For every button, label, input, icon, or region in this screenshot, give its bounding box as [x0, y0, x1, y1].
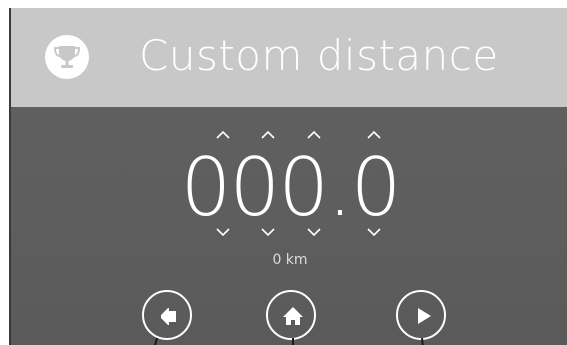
- distance-digit-2: 0: [229, 141, 280, 234]
- back-arrow-icon: [161, 308, 176, 325]
- distance-digit-1: 0: [180, 141, 231, 234]
- decimal-point: .: [327, 141, 352, 234]
- header-bar: Custom distance: [11, 8, 567, 107]
- decimal-decrement-chevron-down-icon[interactable]: [365, 226, 383, 238]
- play-icon: [418, 308, 431, 324]
- digit3-decrement-chevron-down-icon[interactable]: [305, 226, 323, 238]
- distance-display: 000.0: [11, 146, 567, 230]
- home-icon: [283, 307, 303, 325]
- pointer-line-home: [292, 338, 294, 345]
- digit2-increment-chevron-up-icon[interactable]: [259, 129, 277, 141]
- distance-digit-3: 0: [278, 141, 329, 234]
- device-screen: Custom distance 000.0 0 km: [9, 8, 567, 345]
- back-button[interactable]: [142, 290, 192, 340]
- distance-decimal-digit: 0: [350, 141, 402, 234]
- home-button[interactable]: [266, 290, 316, 340]
- distance-unit-label: 0 km: [272, 252, 308, 268]
- decimal-increment-chevron-up-icon[interactable]: [365, 129, 383, 141]
- digit1-increment-chevron-up-icon[interactable]: [214, 129, 232, 141]
- digit2-decrement-chevron-down-icon[interactable]: [259, 226, 277, 238]
- digit1-decrement-chevron-down-icon[interactable]: [214, 226, 232, 238]
- next-button[interactable]: [396, 290, 446, 340]
- page-title: Custom distance: [139, 31, 499, 80]
- trophy-icon: [45, 35, 89, 79]
- digit3-increment-chevron-up-icon[interactable]: [305, 129, 323, 141]
